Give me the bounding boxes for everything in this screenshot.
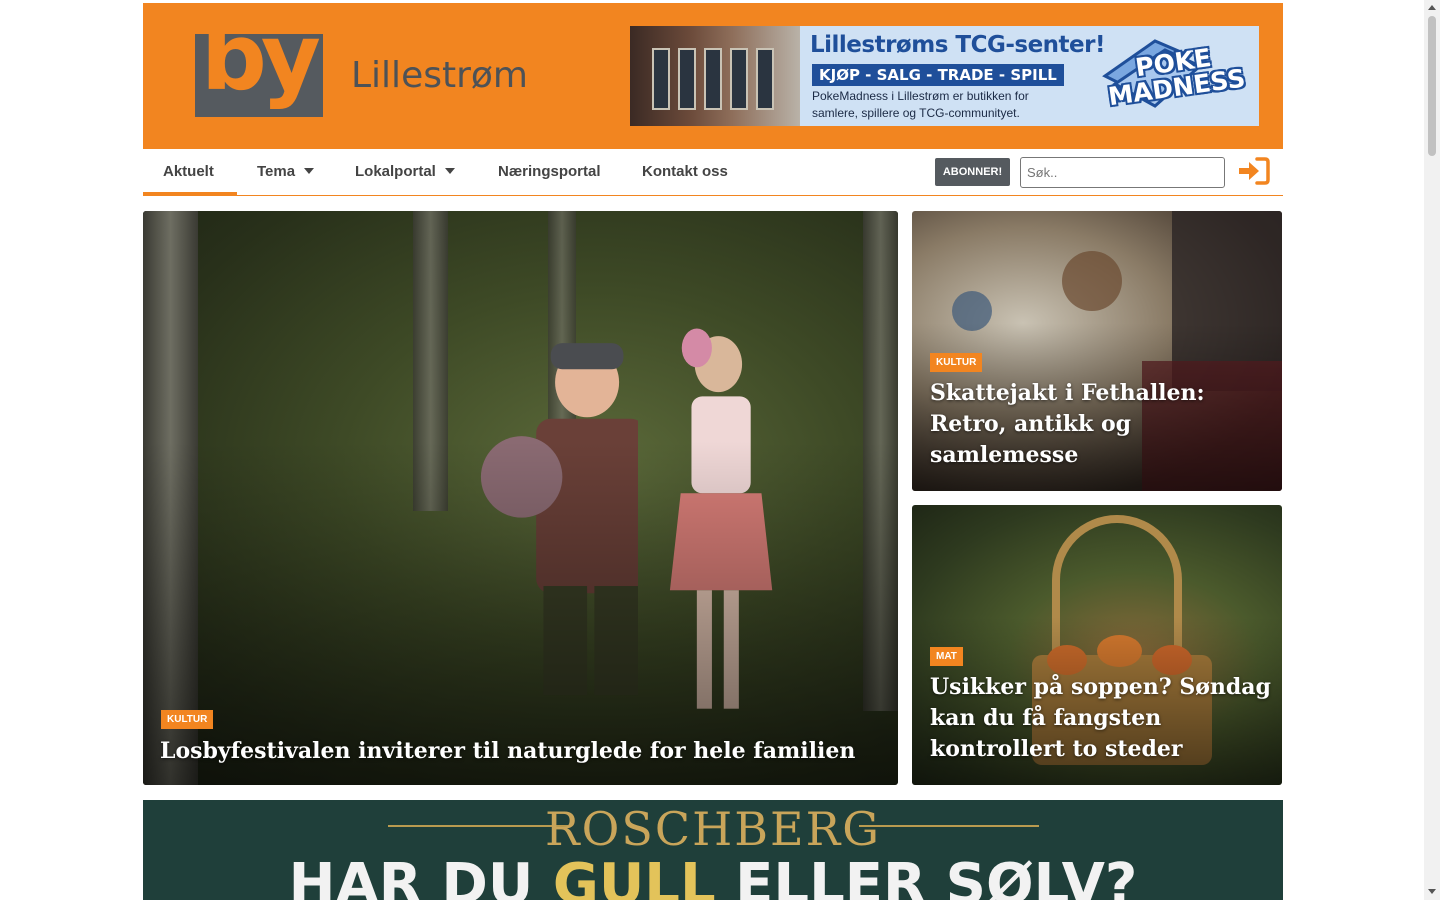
ad-headline: HAR DU GULL ELLER SØLV? (288, 852, 1138, 900)
article-headline[interactable]: Skattejakt i Fethallen: Retro, antikk og… (930, 378, 1270, 471)
article-card-main[interactable]: KULTUR Losbyfestivalen inviterer til nat… (143, 211, 898, 785)
article-headline[interactable]: Usikker på soppen? Søndag kan du få fang… (930, 672, 1275, 765)
site-logo[interactable]: by (195, 12, 323, 117)
ad-text-line-1: PokeMadness i Lillestrøm er butikken for (812, 89, 1029, 103)
category-badge[interactable]: KULTUR (930, 353, 983, 372)
nav-item-aktuelt[interactable]: Aktuelt (163, 163, 214, 180)
caret-down-icon (304, 168, 315, 174)
nav-item-lokalportal[interactable]: Lokalportal (355, 163, 455, 180)
nav-item-naeringsportal[interactable]: Næringsportal (498, 163, 601, 180)
top-ad-banner[interactable]: Lillestrøms TCG-senter! KJØP - SALG - TR… (630, 26, 1259, 126)
nav-item-tema[interactable]: Tema (257, 163, 315, 180)
nav-active-indicator (143, 192, 237, 195)
scroll-down-arrow-icon[interactable] (1428, 889, 1436, 894)
main-nav: Aktuelt Tema Lokalportal Næringsportal K… (143, 149, 1283, 196)
bottom-ad-banner[interactable]: ROSCHBERG HAR DU GULL ELLER SØLV? (143, 800, 1283, 900)
nav-item-kontakt-oss[interactable]: Kontakt oss (642, 163, 728, 180)
article-card-side-2[interactable]: MAT Usikker på soppen? Søndag kan du få … (912, 505, 1282, 785)
site-city-name[interactable]: Lillestrøm (351, 55, 528, 96)
sign-in-icon[interactable] (1237, 156, 1271, 186)
category-badge[interactable]: MAT (930, 647, 963, 666)
ad-storefront-image (630, 26, 800, 126)
ad-tagline: KJØP - SALG - TRADE - SPILL (812, 64, 1064, 86)
category-badge[interactable]: KULTUR (161, 710, 214, 729)
logo-text: by (201, 4, 321, 111)
ad-title: Lillestrøms TCG-senter! (810, 32, 1105, 58)
page-scrollbar[interactable] (1424, 0, 1440, 900)
ad-text-line-2: samlere, spillere og TCG-communityet. (812, 106, 1020, 120)
scrollbar-thumb[interactable] (1428, 16, 1436, 156)
scroll-up-arrow-icon[interactable] (1428, 5, 1436, 10)
article-card-side-1[interactable]: KULTUR Skattejakt i Fethallen: Retro, an… (912, 211, 1282, 491)
search-input[interactable] (1020, 157, 1225, 188)
site-header: by Lillestrøm Lillestrøms TCG-senter! KJ… (143, 3, 1283, 149)
subscribe-button[interactable]: ABONNER! (935, 158, 1010, 186)
article-headline[interactable]: Losbyfestivalen inviterer til naturglede… (160, 736, 880, 766)
caret-down-icon (444, 168, 455, 174)
ad-brand-name: ROSCHBERG (545, 802, 881, 856)
